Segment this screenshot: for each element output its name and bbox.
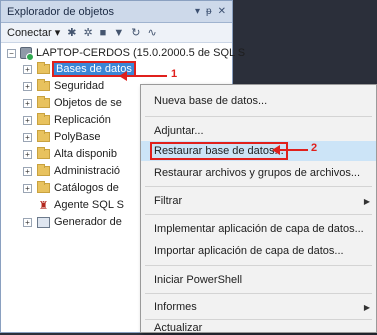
menu-item-label: Restaurar archivos y grupos de archivos.… xyxy=(154,167,361,179)
submenu-arrow-icon: ▶ xyxy=(363,302,370,312)
menu-item-reports[interactable]: Informes ▶ xyxy=(141,297,376,317)
menu-item-label: Informes xyxy=(154,301,197,313)
menu-item-label: Adjuntar... xyxy=(154,125,204,137)
expand-icon[interactable]: + xyxy=(23,149,32,159)
callout-arrow-line xyxy=(278,149,308,151)
tree-node-catalogs[interactable]: + Catálogos de xyxy=(23,180,119,196)
menu-item-label: Nueva base de datos... xyxy=(154,95,268,107)
menu-separator xyxy=(145,186,372,187)
tree-node-sql-agent[interactable]: ♜ Agente SQL S xyxy=(32,197,124,213)
menu-separator xyxy=(145,293,372,294)
connect-label: Conectar xyxy=(7,27,52,39)
panel-title: Explorador de objetos xyxy=(7,5,115,18)
tree-node-server-objects[interactable]: + Objetos de se xyxy=(23,95,122,111)
expand-icon[interactable]: + xyxy=(23,115,32,125)
callout-arrow-line xyxy=(125,75,167,77)
tree-node-xevent-profiler[interactable]: + Generador de xyxy=(23,214,122,230)
tree-node-label: Objetos de se xyxy=(54,97,122,109)
folder-icon xyxy=(37,62,50,74)
menu-separator xyxy=(145,319,372,320)
object-explorer-titlebar: Explorador de objetos ▾ ᵽ ✕ xyxy=(1,1,232,23)
profiler-icon xyxy=(37,216,50,228)
connect-button[interactable]: Conectar ▾ xyxy=(7,26,60,39)
tree-node-label: Seguridad xyxy=(54,80,105,92)
menu-item-label: Implementar aplicación de capa de datos.… xyxy=(154,223,364,235)
server-icon xyxy=(20,47,34,61)
menu-separator xyxy=(145,265,372,266)
menu-separator xyxy=(145,116,372,117)
tree-node-label: Alta disponib xyxy=(54,148,117,160)
tree-node-polybase[interactable]: + PolyBase xyxy=(23,129,100,145)
menu-item-restore-database[interactable]: Restaurar base de datos... xyxy=(141,141,376,161)
menu-item-label: Iniciar PowerShell xyxy=(154,274,243,286)
object-explorer-toolbar: Conectar ▾ ✱ ✲ ■ ▼ ↻ ∿ xyxy=(1,23,232,43)
connect-plug-icon[interactable]: ✱ xyxy=(67,26,76,39)
tree-node-label: Replicación xyxy=(54,114,111,126)
stop-icon[interactable]: ■ xyxy=(100,27,107,39)
tree-node-label: Generador de xyxy=(54,216,122,228)
expand-icon[interactable]: + xyxy=(23,132,32,142)
menu-item-attach[interactable]: Adjuntar... xyxy=(141,121,376,141)
menu-separator xyxy=(145,214,372,215)
filter-icon[interactable]: ▼ xyxy=(113,27,124,39)
server-label: LAPTOP-CERDOS (15.0.2000.5 de SQL S xyxy=(36,47,246,59)
menu-item-label: Filtrar xyxy=(154,195,183,207)
folder-icon xyxy=(37,181,50,193)
disconnect-icon[interactable]: ✲ xyxy=(83,26,92,39)
folder-icon xyxy=(37,96,50,108)
collapse-icon[interactable]: − xyxy=(7,48,16,58)
expand-icon[interactable]: + xyxy=(23,166,32,176)
folder-icon xyxy=(37,164,50,176)
folder-icon xyxy=(37,79,50,91)
folder-icon xyxy=(37,130,50,142)
chevron-down-icon: ▾ xyxy=(54,27,61,39)
tree-node-label: Agente SQL S xyxy=(54,199,124,211)
close-icon[interactable]: ✕ xyxy=(218,6,226,17)
menu-item-label: Importar aplicación de capa de datos... xyxy=(154,245,344,257)
expand-icon[interactable]: + xyxy=(23,81,32,91)
tree-node-management[interactable]: + Administració xyxy=(23,163,120,179)
sql-agent-icon: ♜ xyxy=(38,199,49,212)
tree-node-replication[interactable]: + Replicación xyxy=(23,112,111,128)
expand-icon[interactable]: + xyxy=(23,98,32,108)
menu-item-label: Restaurar base de datos... xyxy=(150,142,288,160)
expand-icon[interactable]: + xyxy=(23,64,32,74)
tree-node-label: PolyBase xyxy=(54,131,101,143)
tree-node-server[interactable]: − LAPTOP-CERDOS (15.0.2000.5 de SQL S xyxy=(7,45,245,61)
callout-number-2: 2 xyxy=(311,142,318,154)
tree-node-label: Catálogos de xyxy=(54,182,119,194)
tree-node-label: Administració xyxy=(54,165,121,177)
menu-item-import-data-tier[interactable]: Importar aplicación de capa de datos... xyxy=(141,241,376,261)
menu-item-new-database[interactable]: Nueva base de datos... xyxy=(141,91,376,111)
refresh-icon[interactable]: ↻ xyxy=(131,26,140,39)
menu-item-deploy-data-tier[interactable]: Implementar aplicación de capa de datos.… xyxy=(141,219,376,239)
folder-icon xyxy=(37,113,50,125)
menu-item-start-powershell[interactable]: Iniciar PowerShell xyxy=(141,270,376,290)
menu-item-filter[interactable]: Filtrar ▶ xyxy=(141,191,376,211)
tree-node-databases[interactable]: + Bases de datos xyxy=(23,61,136,77)
activity-monitor-icon[interactable]: ∿ xyxy=(147,26,156,39)
expand-icon[interactable]: + xyxy=(23,183,32,193)
dropdown-icon[interactable]: ▾ xyxy=(195,6,200,17)
tree-node-high-availability[interactable]: + Alta disponib xyxy=(23,146,117,162)
callout-number-1: 1 xyxy=(171,68,178,80)
tree-node-security[interactable]: + Seguridad xyxy=(23,78,104,94)
context-menu: Nueva base de datos... Adjuntar... Resta… xyxy=(140,84,377,334)
submenu-arrow-icon: ▶ xyxy=(363,196,370,206)
pin-icon[interactable]: ᵽ xyxy=(206,6,212,17)
expand-icon[interactable]: + xyxy=(23,217,32,227)
folder-icon xyxy=(37,147,50,159)
menu-item-restore-files[interactable]: Restaurar archivos y grupos de archivos.… xyxy=(141,163,376,183)
